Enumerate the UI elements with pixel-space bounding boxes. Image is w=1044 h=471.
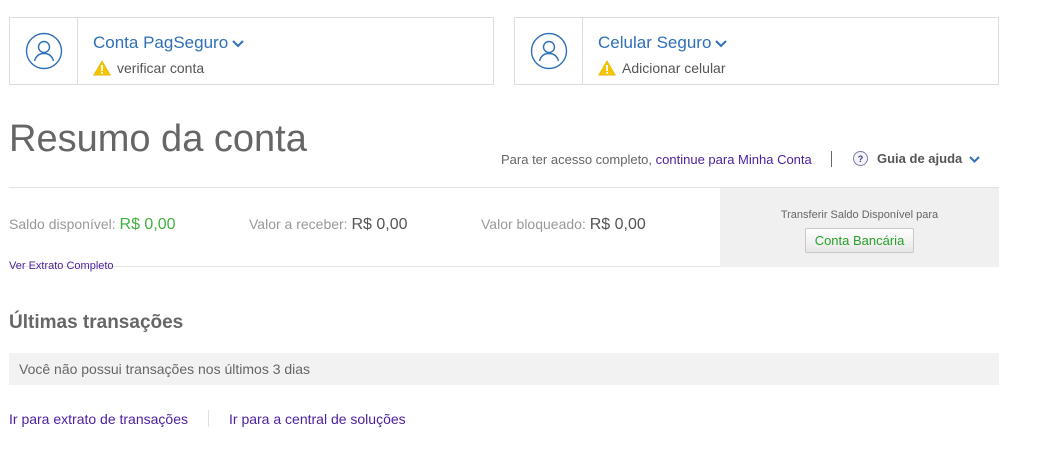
transactions-empty-message: Você não possui transações nos últimos 3…	[9, 353, 999, 385]
help-guide-label: Guia de ajuda	[877, 151, 963, 166]
help-guide-toggle[interactable]: ? Guia de ajuda	[853, 151, 980, 166]
available-balance: Saldo disponível: R$ 0,00	[9, 216, 176, 234]
user-avatar-icon	[10, 18, 78, 84]
transfer-panel: Transferir Saldo Disponível para Conta B…	[720, 188, 999, 267]
account-card: Conta PagSeguro verificar conta	[9, 17, 494, 85]
divider	[208, 410, 209, 427]
warning-triangle-icon	[598, 60, 616, 76]
access-text: Para ter acesso completo,	[501, 152, 653, 167]
receivable-balance-value: R$ 0,00	[351, 216, 408, 233]
bottom-links: Ir para extrato de transações Ir para a …	[9, 410, 406, 427]
solutions-center-link[interactable]: Ir para a central de soluções	[229, 411, 406, 427]
chevron-down-icon	[715, 40, 728, 48]
receivable-balance-label: Valor a receber:	[249, 216, 348, 232]
user-avatar-icon	[515, 18, 583, 84]
question-circle-icon: ?	[853, 151, 868, 166]
account-menu-toggle[interactable]: Conta PagSeguro	[93, 33, 244, 53]
chevron-down-icon	[232, 40, 244, 48]
minha-conta-link[interactable]: continue para Minha Conta	[656, 152, 812, 167]
account-status: verificar conta	[93, 60, 204, 76]
receivable-balance: Valor a receber: R$ 0,00	[249, 216, 408, 234]
add-phone-link[interactable]: Adicionar celular	[622, 60, 726, 76]
phone-menu-toggle[interactable]: Celular Seguro	[598, 33, 728, 53]
access-notice: Para ter acesso completo, continue para …	[501, 152, 812, 167]
chevron-down-icon	[969, 155, 980, 163]
blocked-balance: Valor bloqueado: R$ 0,00	[481, 216, 646, 234]
phone-title: Celular Seguro	[598, 33, 712, 52]
balance-summary: Saldo disponível: R$ 0,00 Valor a recebe…	[9, 187, 999, 272]
bank-account-button[interactable]: Conta Bancária	[804, 228, 915, 253]
available-balance-label: Saldo disponível:	[9, 216, 116, 232]
account-title: Conta PagSeguro	[93, 33, 229, 52]
warning-triangle-icon	[93, 60, 111, 76]
available-balance-value: R$ 0,00	[119, 216, 176, 233]
verify-account-link[interactable]: verificar conta	[117, 60, 204, 76]
blocked-balance-value: R$ 0,00	[589, 216, 646, 233]
divider	[831, 151, 832, 167]
transfer-label: Transferir Saldo Disponível para	[780, 209, 939, 221]
transactions-statement-link[interactable]: Ir para extrato de transações	[9, 411, 188, 427]
full-statement-link[interactable]: Ver Extrato Completo	[9, 260, 114, 272]
phone-card: Celular Seguro Adicionar celular	[514, 17, 999, 85]
transactions-title: Últimas transações	[9, 312, 184, 333]
blocked-balance-label: Valor bloqueado:	[481, 216, 586, 232]
page-title: Resumo da conta	[9, 118, 307, 160]
phone-status: Adicionar celular	[598, 60, 726, 76]
